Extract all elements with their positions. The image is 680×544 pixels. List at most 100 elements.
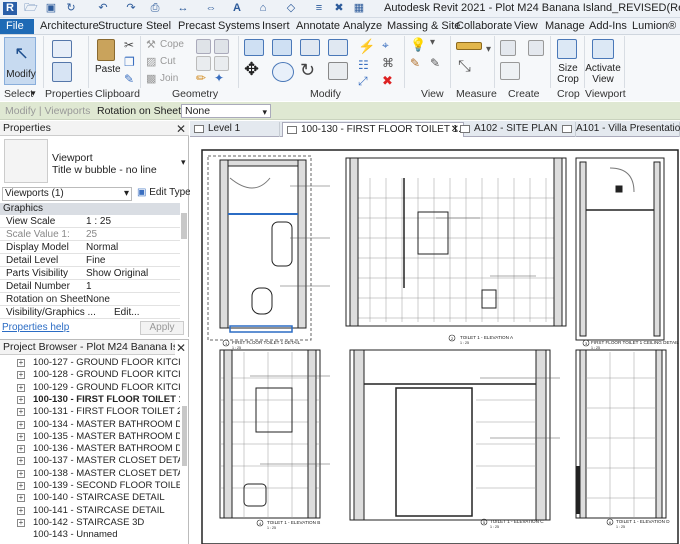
- expand-icon[interactable]: +: [17, 457, 25, 466]
- type-selector-chevron-icon[interactable]: ▾: [181, 157, 186, 168]
- copy-modify-icon[interactable]: [272, 62, 294, 82]
- expand-icon[interactable]: +: [17, 518, 25, 527]
- browser-item[interactable]: +100-140 - STAIRCASE DETAIL: [0, 492, 180, 504]
- thin-lines-icon[interactable]: ≡: [312, 2, 326, 15]
- geometry-tool-4-icon[interactable]: [214, 56, 229, 71]
- view-dropdown-icon[interactable]: ▾: [430, 37, 435, 48]
- measure-between-icon[interactable]: [456, 42, 482, 50]
- create-similar-icon[interactable]: [528, 40, 544, 56]
- close-icon[interactable]: ✕: [176, 123, 186, 135]
- type-properties-icon[interactable]: [52, 62, 72, 82]
- match-properties-icon[interactable]: ✎: [124, 72, 134, 86]
- tab-collaborate[interactable]: Collaborate: [456, 19, 512, 34]
- browser-item[interactable]: +100-128 - GROUND FLOOR KITCHEN D: [0, 369, 180, 381]
- sheet-canvas[interactable]: 1 FIRST FLOOR TOILET 1 DETAIL 1 : 25 2 T…: [190, 138, 680, 544]
- create-group-icon[interactable]: [500, 40, 516, 56]
- apply-button[interactable]: Apply: [140, 321, 184, 335]
- tab-architecture[interactable]: Architecture: [40, 19, 99, 34]
- tab-view[interactable]: View: [514, 19, 538, 34]
- paste-icon[interactable]: [97, 39, 115, 61]
- instance-filter-select[interactable]: Viewports (1) ▾: [2, 187, 132, 201]
- tab-annotate[interactable]: Annotate: [296, 19, 340, 34]
- expand-icon[interactable]: +: [17, 408, 25, 417]
- browser-item[interactable]: +100-129 - GROUND FLOOR KITCHEN D: [0, 382, 180, 394]
- browser-item[interactable]: +100-141 - STAIRCASE DETAIL: [0, 505, 180, 517]
- redo-icon[interactable]: ↷: [124, 2, 138, 15]
- prop-row-rotation[interactable]: Rotation on Sheet None: [0, 293, 180, 306]
- cut-icon[interactable]: ✂: [124, 38, 134, 52]
- hide-in-view-icon[interactable]: 💡: [410, 37, 426, 53]
- tab-sheet-100-130[interactable]: 100-130 - FIRST FLOOR TOILET 1... ✕: [282, 122, 466, 137]
- browser-item[interactable]: +100-136 - MASTER BATHROOM DETAI: [0, 443, 180, 455]
- geometry-tool-2-icon[interactable]: [214, 39, 229, 54]
- tab-steel[interactable]: Steel: [146, 19, 171, 34]
- browser-scrollbar[interactable]: [182, 406, 187, 466]
- tab-file[interactable]: File: [0, 19, 34, 34]
- sync-icon[interactable]: ↻: [64, 2, 78, 15]
- cope-icon[interactable]: ⚒: [146, 38, 156, 51]
- expand-icon[interactable]: +: [17, 432, 25, 441]
- switch-windows-icon[interactable]: ▦: [352, 2, 366, 15]
- browser-item[interactable]: +100-142 - STAIRCASE 3D: [0, 517, 180, 529]
- expand-icon[interactable]: +: [17, 494, 25, 503]
- paint-icon[interactable]: ✏: [196, 71, 206, 85]
- override-graphics-icon[interactable]: ✎: [410, 56, 420, 70]
- align-icon[interactable]: [244, 39, 264, 56]
- close-icon[interactable]: ✕: [176, 342, 186, 354]
- geometry-tool-1-icon[interactable]: [196, 39, 211, 54]
- section-icon[interactable]: ◇: [284, 2, 298, 15]
- close-hidden-icon[interactable]: ✖: [332, 2, 346, 15]
- 3d-view-icon[interactable]: ⌂: [256, 2, 270, 15]
- tab-manage[interactable]: Manage: [545, 19, 585, 34]
- rotation-select[interactable]: None ▾: [181, 104, 271, 118]
- array-icon[interactable]: ☷: [358, 58, 369, 72]
- tab-a101-villa-presentation[interactable]: A101 - Villa Presentation: [558, 122, 680, 137]
- prop-row-display-model[interactable]: Display Model Normal: [0, 241, 180, 254]
- undo-icon[interactable]: ↶: [96, 2, 110, 15]
- copy-icon[interactable]: ❐: [124, 55, 135, 69]
- pin-icon[interactable]: ⌖: [382, 38, 389, 53]
- tab-systems[interactable]: Systems: [218, 19, 260, 34]
- split-face-icon[interactable]: ✦: [214, 71, 224, 85]
- browser-item[interactable]: +100-139 - SECOND FLOOR TOILET 3 DE: [0, 480, 180, 492]
- panel-select[interactable]: Select: [4, 88, 33, 100]
- dimension-icon[interactable]: ⇔: [204, 2, 218, 15]
- prop-row-view-scale[interactable]: View Scale 1 : 25: [0, 215, 180, 228]
- expand-icon[interactable]: +: [17, 445, 25, 454]
- browser-item[interactable]: 100-143 - Unnamed: [0, 529, 180, 541]
- tab-analyze[interactable]: Analyze: [343, 19, 382, 34]
- tab-insert[interactable]: Insert: [262, 19, 290, 34]
- dimension-measure-icon[interactable]: ⤡: [458, 58, 471, 76]
- tab-add-ins[interactable]: Add-Ins: [589, 19, 627, 34]
- prop-row-detail-number[interactable]: Detail Number 1: [0, 280, 180, 293]
- edit-type-button[interactable]: ▣ Edit Type: [137, 187, 191, 198]
- select-dropdown-icon[interactable]: ▾: [31, 88, 36, 99]
- text-icon[interactable]: A: [230, 2, 244, 15]
- tab-massing-site[interactable]: Massing & Site: [387, 19, 460, 34]
- sheet-drawing[interactable]: 1 FIRST FLOOR TOILET 1 DETAIL 1 : 25 2 T…: [190, 138, 680, 544]
- expand-icon[interactable]: +: [17, 420, 25, 429]
- expand-icon[interactable]: +: [17, 506, 25, 515]
- expand-icon[interactable]: +: [17, 383, 25, 392]
- print-icon[interactable]: ⎙: [148, 2, 162, 15]
- modify-button[interactable]: ↖ Modify: [4, 37, 36, 85]
- cut-geometry-icon[interactable]: ▨: [146, 55, 156, 68]
- open-icon[interactable]: 🗁: [24, 2, 38, 15]
- prop-row-visibility-graphics[interactable]: Visibility/Graphics ... Edit...: [0, 306, 180, 319]
- tab-level-1[interactable]: Level 1: [190, 122, 280, 137]
- offset-icon[interactable]: [272, 39, 292, 56]
- browser-item[interactable]: +100-138 - MASTER CLOSET DETAIL: [0, 468, 180, 480]
- browser-item[interactable]: +100-130 - FIRST FLOOR TOILET 1 DI: [0, 394, 180, 406]
- split-element-icon[interactable]: ⚡: [358, 38, 375, 55]
- expand-icon[interactable]: +: [17, 469, 25, 478]
- geometry-tool-3-icon[interactable]: [196, 56, 211, 71]
- properties-scrollbar[interactable]: [181, 213, 187, 239]
- create-parts-icon[interactable]: [500, 62, 520, 80]
- join-icon[interactable]: ▩: [146, 72, 156, 85]
- expand-icon[interactable]: +: [17, 371, 25, 380]
- tab-precast[interactable]: Precast: [178, 19, 215, 34]
- rotate-icon[interactable]: ↻: [300, 60, 315, 81]
- browser-item[interactable]: +100-137 - MASTER CLOSET DETAIL: [0, 455, 180, 467]
- browser-item[interactable]: +100-131 - FIRST FLOOR TOILET 2 DETA: [0, 406, 180, 418]
- prop-row-scale-value[interactable]: Scale Value 1: 25: [0, 228, 180, 241]
